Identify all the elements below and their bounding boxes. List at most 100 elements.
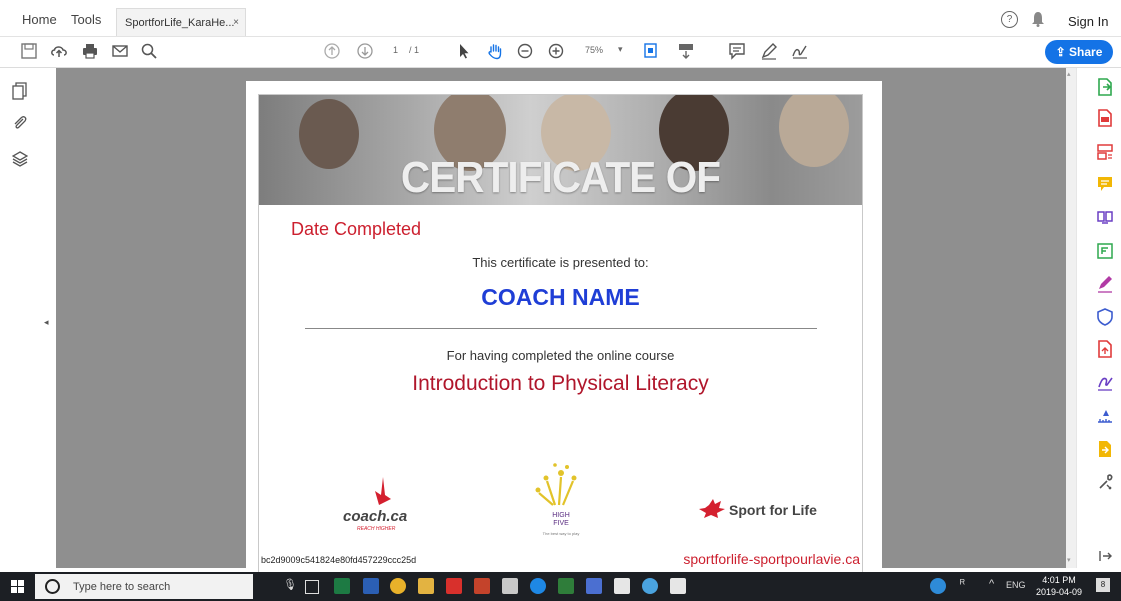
chevron-down-icon[interactable]: ▾ — [618, 44, 623, 55]
save-icon[interactable] — [19, 42, 39, 62]
date-completed-label: Date Completed — [291, 219, 422, 239]
pages-icon[interactable] — [12, 82, 28, 103]
scroll-up-icon[interactable]: ▴ — [1067, 70, 1071, 78]
vertical-scrollbar[interactable]: ▴ ▾ — [1066, 68, 1076, 568]
tab-bar: Home Tools SportforLife_KaraHe... × ? Si… — [0, 0, 1121, 37]
zoom-level-select[interactable]: 75% — [585, 45, 603, 55]
comment-tool-icon[interactable] — [1097, 175, 1113, 196]
toolbar: 1 / 1 75% ▾ ⇪ Share — [0, 37, 1121, 68]
share-icon: ⇪ — [1055, 45, 1070, 59]
system-clock[interactable]: 4:01 PM 2019-04-09 — [1036, 574, 1082, 598]
fill-sign-icon[interactable] — [1097, 275, 1113, 296]
page-up-icon[interactable] — [322, 42, 342, 62]
share-button[interactable]: ⇪ Share — [1045, 40, 1113, 64]
powerpoint-icon[interactable] — [474, 578, 490, 594]
microphone-icon[interactable]: 🎙 — [283, 578, 297, 591]
create-pdf-icon[interactable] — [1097, 109, 1113, 130]
clock-date: 2019-04-09 — [1036, 587, 1083, 597]
email-icon[interactable] — [110, 42, 130, 62]
calculator-icon[interactable] — [502, 578, 518, 594]
more-tools-icon[interactable] — [1097, 473, 1113, 494]
protect-icon[interactable] — [1097, 308, 1113, 329]
people-icon[interactable] — [930, 578, 946, 594]
file-explorer-icon[interactable] — [418, 578, 434, 594]
tab-document[interactable]: SportforLife_KaraHe... × — [116, 8, 246, 36]
svg-text:The best way to play: The best way to play — [543, 531, 580, 536]
page-down-icon[interactable] — [355, 42, 375, 62]
word-icon[interactable] — [363, 578, 379, 594]
acrobat-icon[interactable] — [446, 578, 462, 594]
left-navigation-rail — [0, 68, 44, 568]
presented-to-text: This certificate is presented to: — [472, 255, 649, 270]
scroll-down-icon[interactable]: ▾ — [1067, 556, 1071, 564]
scroll-mode-icon[interactable] — [676, 42, 696, 62]
search-zoom-icon[interactable] — [139, 42, 159, 62]
help-icon[interactable]: ? — [1001, 11, 1018, 28]
coach-ca-logo: coach.ca REACH HIGHER — [339, 475, 419, 533]
coach-name: COACH NAME — [481, 284, 640, 310]
collapse-left-panel-icon[interactable]: ◂ — [44, 317, 54, 331]
layers-icon[interactable] — [11, 150, 29, 171]
browser-icon[interactable] — [642, 578, 658, 594]
highlight-pen-icon[interactable] — [759, 42, 779, 62]
zoom-out-icon[interactable] — [515, 42, 535, 62]
bell-icon[interactable] — [1031, 11, 1045, 30]
excel-icon[interactable] — [334, 578, 350, 594]
measure-icon[interactable] — [1097, 407, 1113, 428]
upload-icon[interactable] — [49, 42, 69, 62]
windows-taskbar: Type here to search 🎙 ᴿ ^ ENG 4:01 PM 20… — [0, 572, 1121, 601]
certificate-title: CERTIFICATE OF ACHIEVEMENT — [400, 153, 721, 202]
taskbar-search-box[interactable]: Type here to search — [35, 574, 253, 599]
project-icon[interactable] — [558, 578, 574, 594]
certificate-hash: bc2d9009c541824e80fd457229ccc25d — [261, 555, 417, 565]
chrome-icon[interactable] — [390, 578, 406, 594]
svg-text:HIGH: HIGH — [552, 512, 570, 519]
notification-count: 8 — [1100, 580, 1106, 589]
zoom-in-icon[interactable] — [546, 42, 566, 62]
print-icon[interactable] — [80, 42, 100, 62]
edge-icon[interactable] — [530, 578, 546, 594]
tab-tools[interactable]: Tools — [71, 0, 101, 36]
high-five-logo: HIGH FIVE The best way to play — [533, 459, 589, 539]
certificates-icon[interactable] — [1097, 373, 1113, 394]
comment-icon[interactable] — [727, 42, 747, 62]
search-placeholder: Type here to search — [73, 581, 171, 593]
svg-text:coach.ca: coach.ca — [343, 508, 407, 525]
fit-page-icon[interactable] — [642, 42, 662, 62]
certificate-banner: CERTIFICATE OF ACHIEVEMENT — [259, 95, 862, 205]
teams-icon[interactable] — [586, 578, 602, 594]
expand-panel-icon[interactable] — [1099, 550, 1113, 565]
mail-icon[interactable] — [614, 578, 630, 594]
sign-icon[interactable] — [790, 42, 810, 62]
website-link[interactable]: sportforlife-sportpourlavie.ca — [683, 551, 860, 567]
tab-document-label: SportforLife_KaraHe... — [125, 17, 235, 29]
clock-time: 4:01 PM — [1042, 575, 1076, 585]
windows-start-icon[interactable] — [11, 580, 24, 596]
page-total: / 1 — [409, 45, 420, 55]
show-hidden-icons-icon[interactable]: ^ — [989, 578, 994, 590]
certificate: CERTIFICATE OF ACHIEVEMENT Date Complete… — [258, 94, 863, 576]
svg-text:FIVE: FIVE — [553, 520, 569, 527]
page-number-input[interactable]: 1 — [393, 45, 398, 55]
select-arrow-icon[interactable] — [454, 42, 474, 62]
edit-pdf-icon[interactable] — [1097, 242, 1113, 263]
send-for-review-icon[interactable] — [1097, 340, 1113, 361]
cortana-icon — [45, 579, 60, 594]
svg-text:Sport for Life: Sport for Life — [729, 502, 817, 518]
close-tab-icon[interactable]: × — [233, 9, 239, 37]
organize-pages-icon[interactable] — [1097, 143, 1113, 164]
hand-icon[interactable] — [485, 42, 505, 62]
notification-chevron-icon[interactable]: ᴿ — [960, 578, 965, 590]
tab-home[interactable]: Home — [22, 0, 57, 36]
send-file-icon[interactable] — [1097, 440, 1113, 461]
language-indicator[interactable]: ENG — [1006, 580, 1026, 590]
export-pdf-icon[interactable] — [1097, 78, 1113, 99]
task-view-icon[interactable] — [305, 580, 319, 594]
divider — [305, 328, 817, 329]
combine-files-icon[interactable] — [1097, 208, 1113, 229]
course-name: Introduction to Physical Literacy — [412, 372, 709, 395]
attachment-icon[interactable] — [12, 114, 28, 135]
svg-text:REACH HIGHER: REACH HIGHER — [357, 526, 396, 532]
action-center-icon[interactable]: 8 — [1096, 578, 1110, 592]
store-icon[interactable] — [670, 578, 686, 594]
